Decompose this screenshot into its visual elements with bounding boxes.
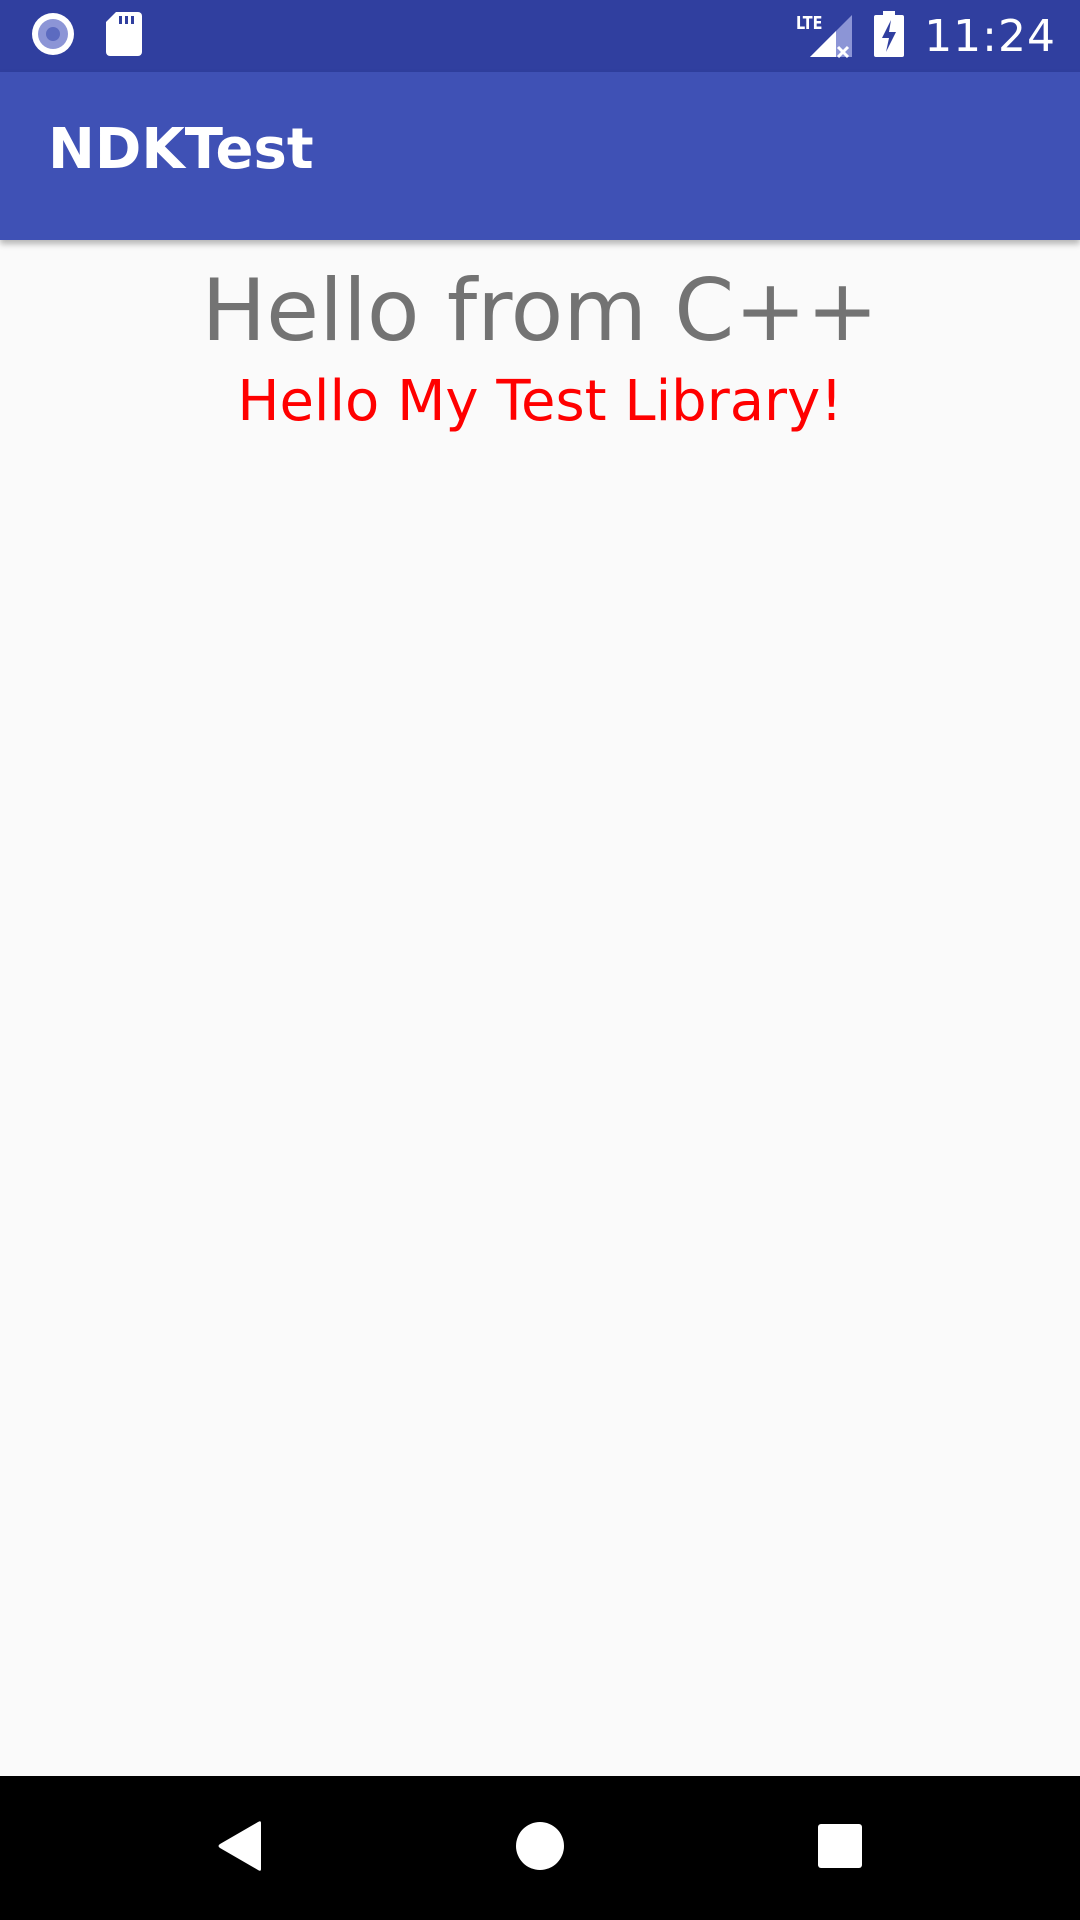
status-bar: LTE 11:24 (0, 0, 1080, 72)
lte-label: LTE (796, 13, 823, 34)
app-title: NDKTest (48, 117, 314, 182)
sd-card-icon (106, 11, 142, 61)
recents-button[interactable] (804, 1812, 876, 1884)
hello-cpp-text: Hello from C++ (201, 261, 879, 361)
status-left-icons (30, 11, 142, 62)
navigation-bar (0, 1776, 1080, 1920)
status-right-icons: LTE 11:24 (796, 0, 1056, 72)
hello-library-text: Hello My Test Library! (237, 369, 843, 434)
lte-signal-icon: LTE (796, 11, 854, 61)
main-content: Hello from C++ Hello My Test Library! (0, 240, 1080, 1776)
phone-screen: LTE 11:24 NDKTest Hello from C++ Hello M… (0, 0, 1080, 1920)
circle-notification-icon (30, 11, 76, 62)
back-icon (215, 1820, 265, 1877)
app-bar: NDKTest (0, 72, 1080, 240)
recents-icon (817, 1823, 863, 1874)
back-button[interactable] (204, 1812, 276, 1884)
status-clock: 11:24 (924, 10, 1056, 62)
battery-charging-icon (874, 10, 905, 62)
home-button[interactable] (504, 1812, 576, 1884)
home-icon (515, 1821, 565, 1876)
